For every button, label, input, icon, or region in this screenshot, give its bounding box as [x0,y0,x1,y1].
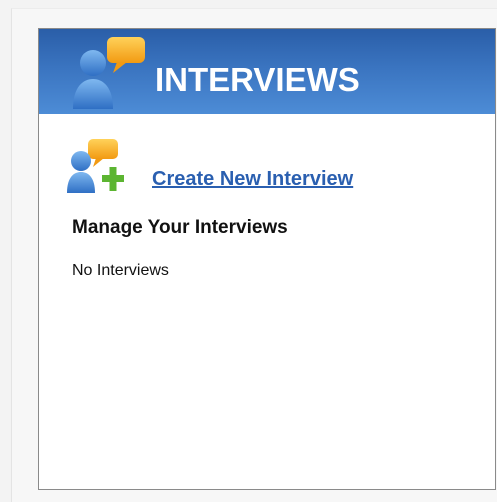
interview-people-icon [73,37,145,109]
manage-interviews-heading: Manage Your Interviews [72,217,288,238]
page-title: INTERVIEWS [155,61,360,98]
empty-state-message: No Interviews [72,262,169,279]
create-new-interview-link[interactable]: Create New Interview [152,168,353,191]
interviews-panel: INTERVIEWS Create New Interview Manage Y… [38,28,496,490]
add-person-icon[interactable] [66,137,132,195]
panel-header: INTERVIEWS [39,29,495,114]
